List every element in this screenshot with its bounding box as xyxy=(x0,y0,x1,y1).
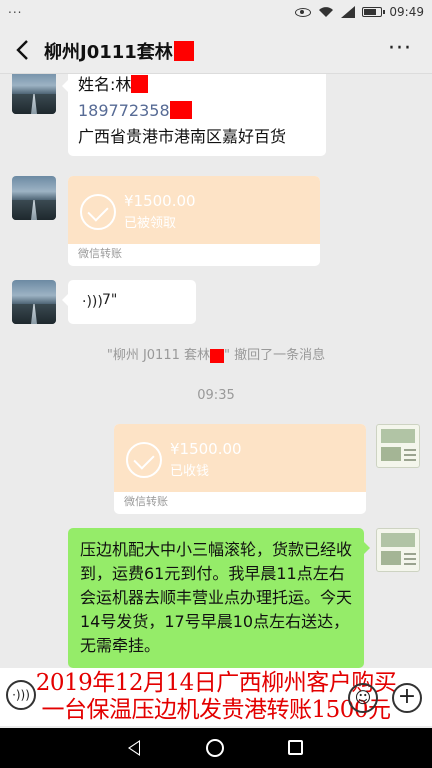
chat-title: 柳州J0111套林 xyxy=(44,38,194,64)
redaction-mark xyxy=(131,75,149,93)
status-icons: 09:49 xyxy=(295,5,424,19)
my-avatar[interactable] xyxy=(376,424,420,468)
address-message[interactable]: 姓名:林 189772358 广西省贵港市港南区嘉好百货 xyxy=(62,74,326,156)
battery-icon xyxy=(362,7,386,17)
system-recents-icon[interactable] xyxy=(288,740,303,755)
voice-input-toggle-icon[interactable]: ·))) xyxy=(6,680,36,710)
voice-wave-icon: ·))) xyxy=(82,294,103,310)
text-message-sent[interactable]: 压边机配大中小三幅滚轮，货款已经收到，运费61元到付。我早晨11点左右会运机器去… xyxy=(68,528,370,668)
voice-duration: 7" xyxy=(102,292,118,308)
system-navigation-bar xyxy=(0,728,432,768)
check-circle-icon xyxy=(80,194,116,230)
avatar-image xyxy=(404,454,416,456)
signal-icon xyxy=(341,6,356,18)
redaction-mark xyxy=(210,348,225,363)
emoji-button[interactable]: ☺ xyxy=(348,683,378,713)
transfer-status: 已被领取 xyxy=(124,216,177,231)
address-text: 广西省贵港市港南区嘉好百货 xyxy=(78,127,287,146)
transfer-label: 微信转账 xyxy=(124,495,168,508)
avatar-image xyxy=(404,563,416,565)
chat-header: 柳州J0111套林 ··· xyxy=(0,26,432,74)
transfer-amount: ¥1500.00 xyxy=(170,440,242,458)
name-line: 姓名:林 xyxy=(78,74,316,98)
chat-area: 姓名:林 189772358 广西省贵港市港南区嘉好百货 ¥1500.00 已被… xyxy=(0,74,432,670)
contact-avatar[interactable] xyxy=(12,74,56,114)
avatar-image xyxy=(381,429,415,443)
transfer-label: 微信转账 xyxy=(78,247,122,260)
notification-dots: ... xyxy=(8,2,23,16)
contact-avatar[interactable] xyxy=(12,280,56,324)
recall-prefix: "柳州 J0111 套林 xyxy=(106,348,211,363)
chat-title-text: 柳州J0111套林 xyxy=(44,42,173,63)
avatar-image xyxy=(404,558,416,560)
avatar-image xyxy=(404,449,416,451)
name-text: 姓名:林 xyxy=(78,75,132,94)
transfer-panel: ¥1500.00 已收钱 xyxy=(114,424,366,492)
my-avatar[interactable] xyxy=(376,528,420,572)
contact-avatar[interactable] xyxy=(12,176,56,220)
transfer-status: 已收钱 xyxy=(170,464,210,479)
wifi-icon xyxy=(319,7,334,17)
clock: 09:49 xyxy=(389,5,424,19)
transfer-message-sent[interactable]: ¥1500.00 已收钱 微信转账 xyxy=(114,424,366,514)
redaction-mark xyxy=(169,101,192,119)
recall-suffix: " 撤回了一条消息 xyxy=(224,348,326,363)
plus-button[interactable]: + xyxy=(392,683,422,713)
transfer-panel: ¥1500.00 已被领取 xyxy=(68,176,320,244)
check-circle-icon xyxy=(126,442,162,478)
phone-link[interactable]: 189772358 xyxy=(78,101,170,120)
avatar-image xyxy=(404,459,416,461)
system-home-icon[interactable] xyxy=(206,739,224,757)
avatar-image xyxy=(381,533,415,547)
back-arrow-icon[interactable] xyxy=(14,38,34,62)
avatar-image xyxy=(381,551,401,565)
avatar-image xyxy=(381,447,401,461)
more-options-button[interactable]: ··· xyxy=(388,36,412,61)
transfer-message-received[interactable]: ¥1500.00 已被领取 微信转账 xyxy=(68,176,320,266)
status-bar: ... 09:49 xyxy=(0,0,432,26)
recall-notice: "柳州 J0111 套林 " 撤回了一条消息 xyxy=(0,344,432,363)
eye-comfort-icon xyxy=(295,7,312,17)
voice-message[interactable]: ·))) 7" xyxy=(62,280,196,324)
system-back-icon[interactable] xyxy=(128,740,140,756)
redaction-mark xyxy=(173,41,194,61)
avatar-image xyxy=(404,553,416,555)
time-divider: 09:35 xyxy=(197,388,235,403)
transfer-amount: ¥1500.00 xyxy=(124,192,196,210)
phone-line: 189772358 xyxy=(78,98,316,124)
